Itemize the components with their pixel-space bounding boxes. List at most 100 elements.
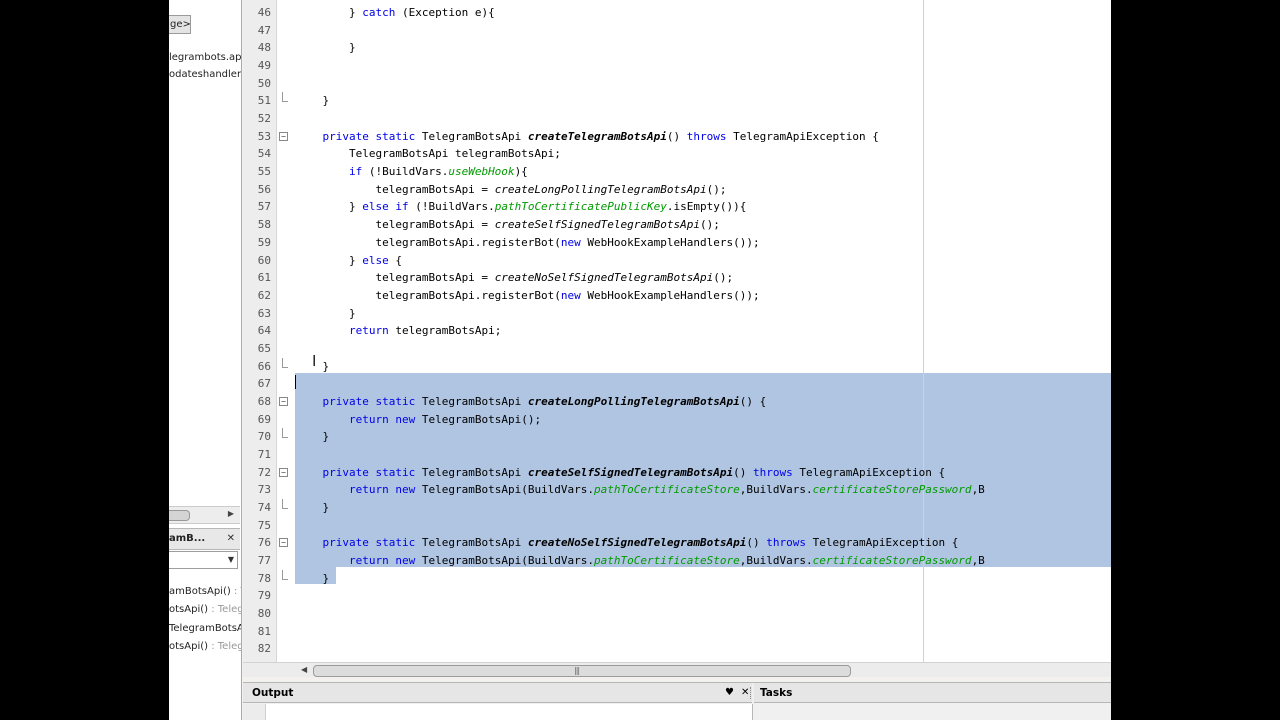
line-number: 46: [257, 6, 271, 19]
code-text: }: [296, 306, 356, 320]
code-line[interactable]: 49: [243, 57, 1111, 75]
fold-toggle-icon[interactable]: −: [279, 396, 288, 406]
tab-tasks[interactable]: Tasks: [754, 683, 1111, 703]
line-number: 59: [257, 235, 271, 249]
code-line[interactable]: 74 }: [243, 499, 1111, 517]
code-line[interactable]: 46 } catch (Exception e){: [243, 4, 1111, 22]
projects-scroll-thumb[interactable]: [169, 510, 190, 521]
navigator-title: amB...: [169, 533, 206, 544]
code-line[interactable]: 48 }: [243, 39, 1111, 57]
code-text: telegramBotsApi = createLongPollingTeleg…: [296, 182, 727, 196]
line-number: 67: [257, 377, 271, 391]
code-text: private static TelegramBotsApi createTel…: [322, 129, 879, 143]
code-line[interactable]: 54 TelegramBotsApi telegramBotsApi;: [243, 145, 1111, 163]
code-line[interactable]: 64 return telegramBotsApi;: [243, 322, 1111, 340]
code-line[interactable]: 80: [243, 605, 1111, 623]
tree-item-updateshandlers[interactable]: odateshandlers: [169, 69, 241, 80]
code-line[interactable]: 51 }: [243, 92, 1111, 110]
code-line[interactable]: 55 if (!BuildVars.useWebHook){: [243, 163, 1111, 181]
text-caret: [295, 375, 296, 389]
close-icon[interactable]: ✕: [227, 529, 235, 549]
line-number: 58: [257, 218, 271, 232]
navigator-member[interactable]: otsApi() : Teleg: [169, 604, 241, 615]
editor-horizontal-scrollbar[interactable]: ◀ |||: [243, 662, 1111, 677]
code-editor[interactable]: 46 } catch (Exception e){47 48 } 49 50 51 } 5…: [243, 0, 1111, 662]
line-number: 64: [257, 324, 271, 338]
fold-toggle-icon[interactable]: −: [279, 538, 288, 548]
line-number: 54: [257, 147, 271, 161]
tree-item-telegrambots-api[interactable]: legrambots.api: [169, 52, 241, 63]
tasks-tab-label: Tasks: [760, 687, 793, 699]
line-number: 78: [257, 571, 271, 585]
code-line[interactable]: 57 } else if (!BuildVars.pathToCertifica…: [243, 198, 1111, 216]
navigator-member[interactable]: otsApi() : Teleg: [169, 641, 241, 652]
line-number: 57: [257, 200, 271, 214]
chevron-down-icon[interactable]: ▼: [228, 552, 234, 568]
code-text: } catch (Exception e){: [296, 6, 495, 19]
editor-scroll-thumb[interactable]: |||: [313, 665, 851, 677]
code-text: telegramBotsApi = createNoSelfSignedTele…: [296, 271, 734, 285]
package-node[interactable]: ge>: [169, 15, 191, 34]
line-number: 53: [257, 129, 271, 143]
code-line[interactable]: 50: [243, 75, 1111, 93]
ide-window: ge> legrambots.api odateshandlers ▶ amB.…: [169, 0, 1111, 720]
line-number: 62: [257, 288, 271, 302]
line-number: 76: [257, 536, 271, 550]
code-line[interactable]: 82: [243, 640, 1111, 658]
code-line[interactable]: 68− private static TelegramBotsApi creat…: [243, 393, 1111, 411]
line-number: 68: [257, 394, 271, 408]
code-line[interactable]: 66 }: [243, 357, 1111, 376]
code-line[interactable]: 63 }: [243, 305, 1111, 323]
code-line[interactable]: 58 telegramBotsApi = createSelfSignedTel…: [243, 216, 1111, 234]
line-number: 52: [257, 112, 271, 126]
code-line[interactable]: 59 telegramBotsApi.registerBot(new WebHo…: [243, 234, 1111, 252]
code-line[interactable]: 81: [243, 623, 1111, 641]
line-number: 49: [257, 59, 271, 73]
scroll-right-icon[interactable]: ▶: [228, 509, 234, 518]
code-line[interactable]: 65: [243, 340, 1111, 358]
code-line[interactable]: 79: [243, 587, 1111, 605]
code-line[interactable]: 72− private static TelegramBotsApi creat…: [243, 464, 1111, 482]
minimize-icon[interactable]: ♥: [725, 683, 734, 703]
code-line[interactable]: 47: [243, 22, 1111, 40]
panel-divider[interactable]: [750, 687, 753, 699]
projects-horizontal-scrollbar[interactable]: ▶: [169, 506, 240, 524]
code-line[interactable]: 67: [243, 375, 1111, 393]
line-number: 66: [257, 359, 271, 373]
code-line[interactable]: 61 telegramBotsApi = createNoSelfSignedT…: [243, 269, 1111, 287]
code-line[interactable]: 77 return new TelegramBotsApi(BuildVars.…: [243, 552, 1111, 570]
line-number: 72: [257, 465, 271, 479]
line-number: 75: [257, 518, 271, 532]
code-line[interactable]: 73 return new TelegramBotsApi(BuildVars.…: [243, 481, 1111, 499]
code-line[interactable]: 75: [243, 517, 1111, 535]
line-number: 63: [257, 306, 271, 320]
code-text: private static TelegramBotsApi createNoS…: [322, 536, 959, 550]
code-text: }: [296, 571, 330, 585]
code-line[interactable]: 60 } else {: [243, 252, 1111, 270]
code-line[interactable]: 78 }: [243, 569, 1111, 588]
code-text: telegramBotsApi.registerBot(new WebHookE…: [296, 235, 760, 249]
scroll-left-icon[interactable]: ◀: [301, 663, 307, 677]
line-number: 61: [257, 271, 271, 285]
close-icon[interactable]: ✕: [741, 683, 749, 703]
line-number: 73: [257, 483, 271, 497]
code-line[interactable]: 56 telegramBotsApi = createLongPollingTe…: [243, 181, 1111, 199]
tab-output[interactable]: Output ♥ ✕: [243, 683, 752, 703]
code-line[interactable]: 53− private static TelegramBotsApi creat…: [243, 128, 1111, 146]
fold-toggle-icon[interactable]: −: [279, 131, 288, 141]
code-line[interactable]: 70 }: [243, 428, 1111, 446]
navigator-view-select[interactable]: ▼: [169, 551, 238, 569]
code-line[interactable]: 69 return new TelegramBotsApi();: [243, 411, 1111, 429]
navigator-header: amB... ✕: [169, 528, 240, 550]
navigator-member[interactable]: TelegramBotsAp: [169, 623, 241, 634]
code-text: return telegramBotsApi;: [348, 324, 502, 338]
output-gutter: [243, 704, 266, 720]
navigator-member[interactable]: amBotsApi() : Te: [169, 586, 241, 597]
code-line[interactable]: 71: [243, 446, 1111, 464]
code-line[interactable]: 62 telegramBotsApi.registerBot(new WebHo…: [243, 287, 1111, 305]
line-number: 81: [257, 624, 271, 638]
code-line[interactable]: 52: [243, 110, 1111, 128]
code-line[interactable]: 76− private static TelegramBotsApi creat…: [243, 534, 1111, 552]
output-area[interactable]: [243, 704, 753, 720]
fold-toggle-icon[interactable]: −: [279, 467, 288, 477]
